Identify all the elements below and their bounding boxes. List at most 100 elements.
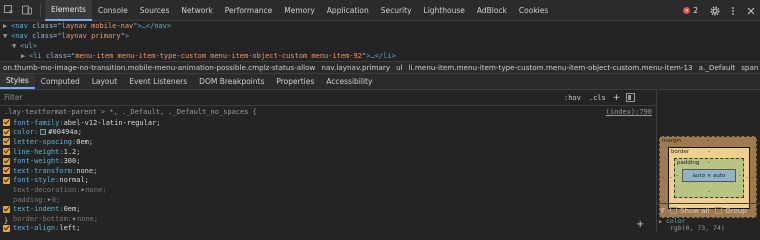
declaration-checkbox[interactable] xyxy=(3,119,10,127)
device-toggle-icon[interactable] xyxy=(18,0,36,21)
breadcrumb-item[interactable]: ul xyxy=(393,63,406,72)
settings-gear-icon[interactable] xyxy=(706,0,724,21)
breadcrumb-item[interactable]: span xyxy=(738,63,760,72)
property-value[interactable]: none; xyxy=(85,186,106,194)
property-name[interactable]: text-decoration xyxy=(13,186,76,194)
group-checkbox[interactable] xyxy=(715,207,723,214)
css-declaration[interactable]: line-height: 1.2; xyxy=(0,147,656,157)
breadcrumb-item[interactable]: nav.laynav.primary xyxy=(318,63,393,72)
property-value[interactable]: none; xyxy=(77,215,98,223)
tab-performance[interactable]: Performance xyxy=(219,0,279,21)
css-declaration[interactable]: font-style: normal; xyxy=(0,176,656,186)
breadcrumb-item[interactable]: li.menu-item.menu-item-type-custom.menu-… xyxy=(406,63,696,72)
new-style-rule-button[interactable]: + xyxy=(610,93,624,103)
property-name[interactable]: line-height xyxy=(13,148,59,156)
dom-expand-arrow-icon[interactable]: ▼ xyxy=(12,41,20,51)
css-declaration[interactable]: font-weight: 300; xyxy=(0,156,656,166)
dom-node[interactable]: ▼ <ul> xyxy=(0,41,760,51)
box-model-content[interactable]: auto × auto xyxy=(682,169,736,182)
property-name[interactable]: font-style xyxy=(13,176,55,184)
tab-network[interactable]: Network xyxy=(175,0,218,21)
subtab-accessibility[interactable]: Accessibility xyxy=(320,74,378,89)
tab-elements[interactable]: Elements xyxy=(45,0,92,21)
subtab-layout[interactable]: Layout xyxy=(86,74,124,89)
property-name[interactable]: padding xyxy=(13,196,43,204)
show-all-checkbox[interactable] xyxy=(670,207,678,214)
tab-console[interactable]: Console xyxy=(92,0,134,21)
property-value[interactable]: 300; xyxy=(64,157,81,165)
inspect-element-icon[interactable] xyxy=(0,0,18,21)
class-toggle-button[interactable]: .cls xyxy=(585,94,610,102)
property-name[interactable]: text-align xyxy=(13,224,55,232)
property-name[interactable]: border-bottom xyxy=(13,215,68,223)
tab-security[interactable]: Security xyxy=(375,0,418,21)
declaration-checkbox[interactable] xyxy=(3,224,10,232)
dom-expand-arrow-icon[interactable]: ▶ xyxy=(21,51,29,61)
more-options-icon[interactable] xyxy=(724,0,742,21)
error-counter[interactable]: ✕ 2 xyxy=(683,6,698,15)
border-left-value[interactable]: - xyxy=(670,175,672,181)
margin-right-value[interactable]: - xyxy=(752,175,754,181)
styles-filter-input[interactable] xyxy=(0,93,560,102)
tab-memory[interactable]: Memory xyxy=(278,0,321,21)
breadcrumb-item[interactable]: on.thumb-mo-image-no-transition.mobile-m… xyxy=(0,63,318,72)
property-name[interactable]: color xyxy=(13,128,34,136)
declaration-checkbox[interactable] xyxy=(3,148,10,156)
css-declaration[interactable]: border-bottom: ▶ none; xyxy=(0,214,656,224)
rule-selector[interactable]: .lay-textformat-parent > *, ._Default, .… xyxy=(4,108,257,116)
subtab-computed[interactable]: Computed xyxy=(35,74,86,89)
css-declaration[interactable]: text-transform: none; xyxy=(0,166,656,176)
tab-adblock[interactable]: AdBlock xyxy=(471,0,513,21)
declaration-checkbox[interactable] xyxy=(3,128,10,136)
box-model-padding[interactable]: padding - - - - auto × auto xyxy=(674,158,744,198)
tab-sources[interactable]: Sources xyxy=(134,0,176,21)
css-declaration[interactable]: font-family: abel-v12-latin-regular; xyxy=(0,118,656,128)
hover-state-button[interactable]: :hov xyxy=(560,94,585,102)
border-top-value[interactable]: - xyxy=(708,149,710,155)
subtab-dom-breakpoints[interactable]: DOM Breakpoints xyxy=(193,74,270,89)
breadcrumb-item[interactable]: a._Default xyxy=(696,63,739,72)
property-value[interactable]: 0em; xyxy=(64,205,81,213)
tab-lighthouse[interactable]: Lighthouse xyxy=(418,0,471,21)
expand-shorthand-icon[interactable]: ▶ xyxy=(48,197,51,203)
property-value[interactable]: 0; xyxy=(52,196,60,204)
property-value[interactable]: left; xyxy=(59,224,80,232)
css-declaration[interactable]: text-indent: 0em; xyxy=(0,204,656,214)
subtab-event-listeners[interactable]: Event Listeners xyxy=(123,74,193,89)
padding-left-value[interactable]: - xyxy=(676,173,678,179)
rule-source-link[interactable]: (index):790 xyxy=(606,108,652,116)
css-declaration[interactable]: color: #00494a; xyxy=(0,128,656,138)
property-value[interactable]: 1.2; xyxy=(64,148,81,156)
expand-shorthand-icon[interactable]: ▶ xyxy=(73,216,76,222)
subtab-styles[interactable]: Styles xyxy=(0,74,35,89)
declaration-checkbox[interactable] xyxy=(3,167,10,175)
property-name[interactable]: font-family xyxy=(13,119,59,127)
dom-expand-arrow-icon[interactable]: ▼ xyxy=(3,31,11,41)
declaration-checkbox[interactable] xyxy=(3,157,10,165)
property-name[interactable]: font-weight xyxy=(13,157,59,165)
property-value[interactable]: none; xyxy=(76,167,97,175)
tab-cookies[interactable]: Cookies xyxy=(513,0,554,21)
property-name[interactable]: text-transform xyxy=(13,167,72,175)
padding-right-value[interactable]: - xyxy=(739,173,741,179)
expand-triangle-icon[interactable]: ▶ xyxy=(659,219,662,225)
subtab-properties[interactable]: Properties xyxy=(270,74,320,89)
computed-sidebar-toggle-icon[interactable] xyxy=(626,93,636,102)
declaration-checkbox[interactable] xyxy=(3,205,10,213)
margin-left-value[interactable]: - xyxy=(662,175,664,181)
css-declaration[interactable]: text-align: left; xyxy=(0,224,656,233)
close-devtools-icon[interactable] xyxy=(742,0,760,21)
dom-node[interactable]: ▼ <nav class="laynav primary"> xyxy=(0,31,760,41)
dom-node[interactable]: ▶ <li class="menu-item menu-item-type-cus… xyxy=(0,51,760,61)
property-value[interactable]: abel-v12-latin-regular; xyxy=(64,119,161,127)
property-value[interactable]: #00494a; xyxy=(48,128,82,136)
box-model-border[interactable]: border - - - - padding - - - - auto × au… xyxy=(668,147,750,209)
color-swatch-icon[interactable] xyxy=(40,129,47,136)
padding-bottom-value[interactable]: - xyxy=(708,189,710,195)
tab-application[interactable]: Application xyxy=(321,0,375,21)
property-value[interactable]: normal; xyxy=(59,176,89,184)
margin-top-value[interactable]: - xyxy=(707,138,709,144)
css-declaration[interactable]: letter-spacing: 0em; xyxy=(0,137,656,147)
css-declaration[interactable]: text-decoration: ▶ none; xyxy=(0,185,656,195)
add-rule-plus-icon[interactable]: + xyxy=(636,219,644,230)
